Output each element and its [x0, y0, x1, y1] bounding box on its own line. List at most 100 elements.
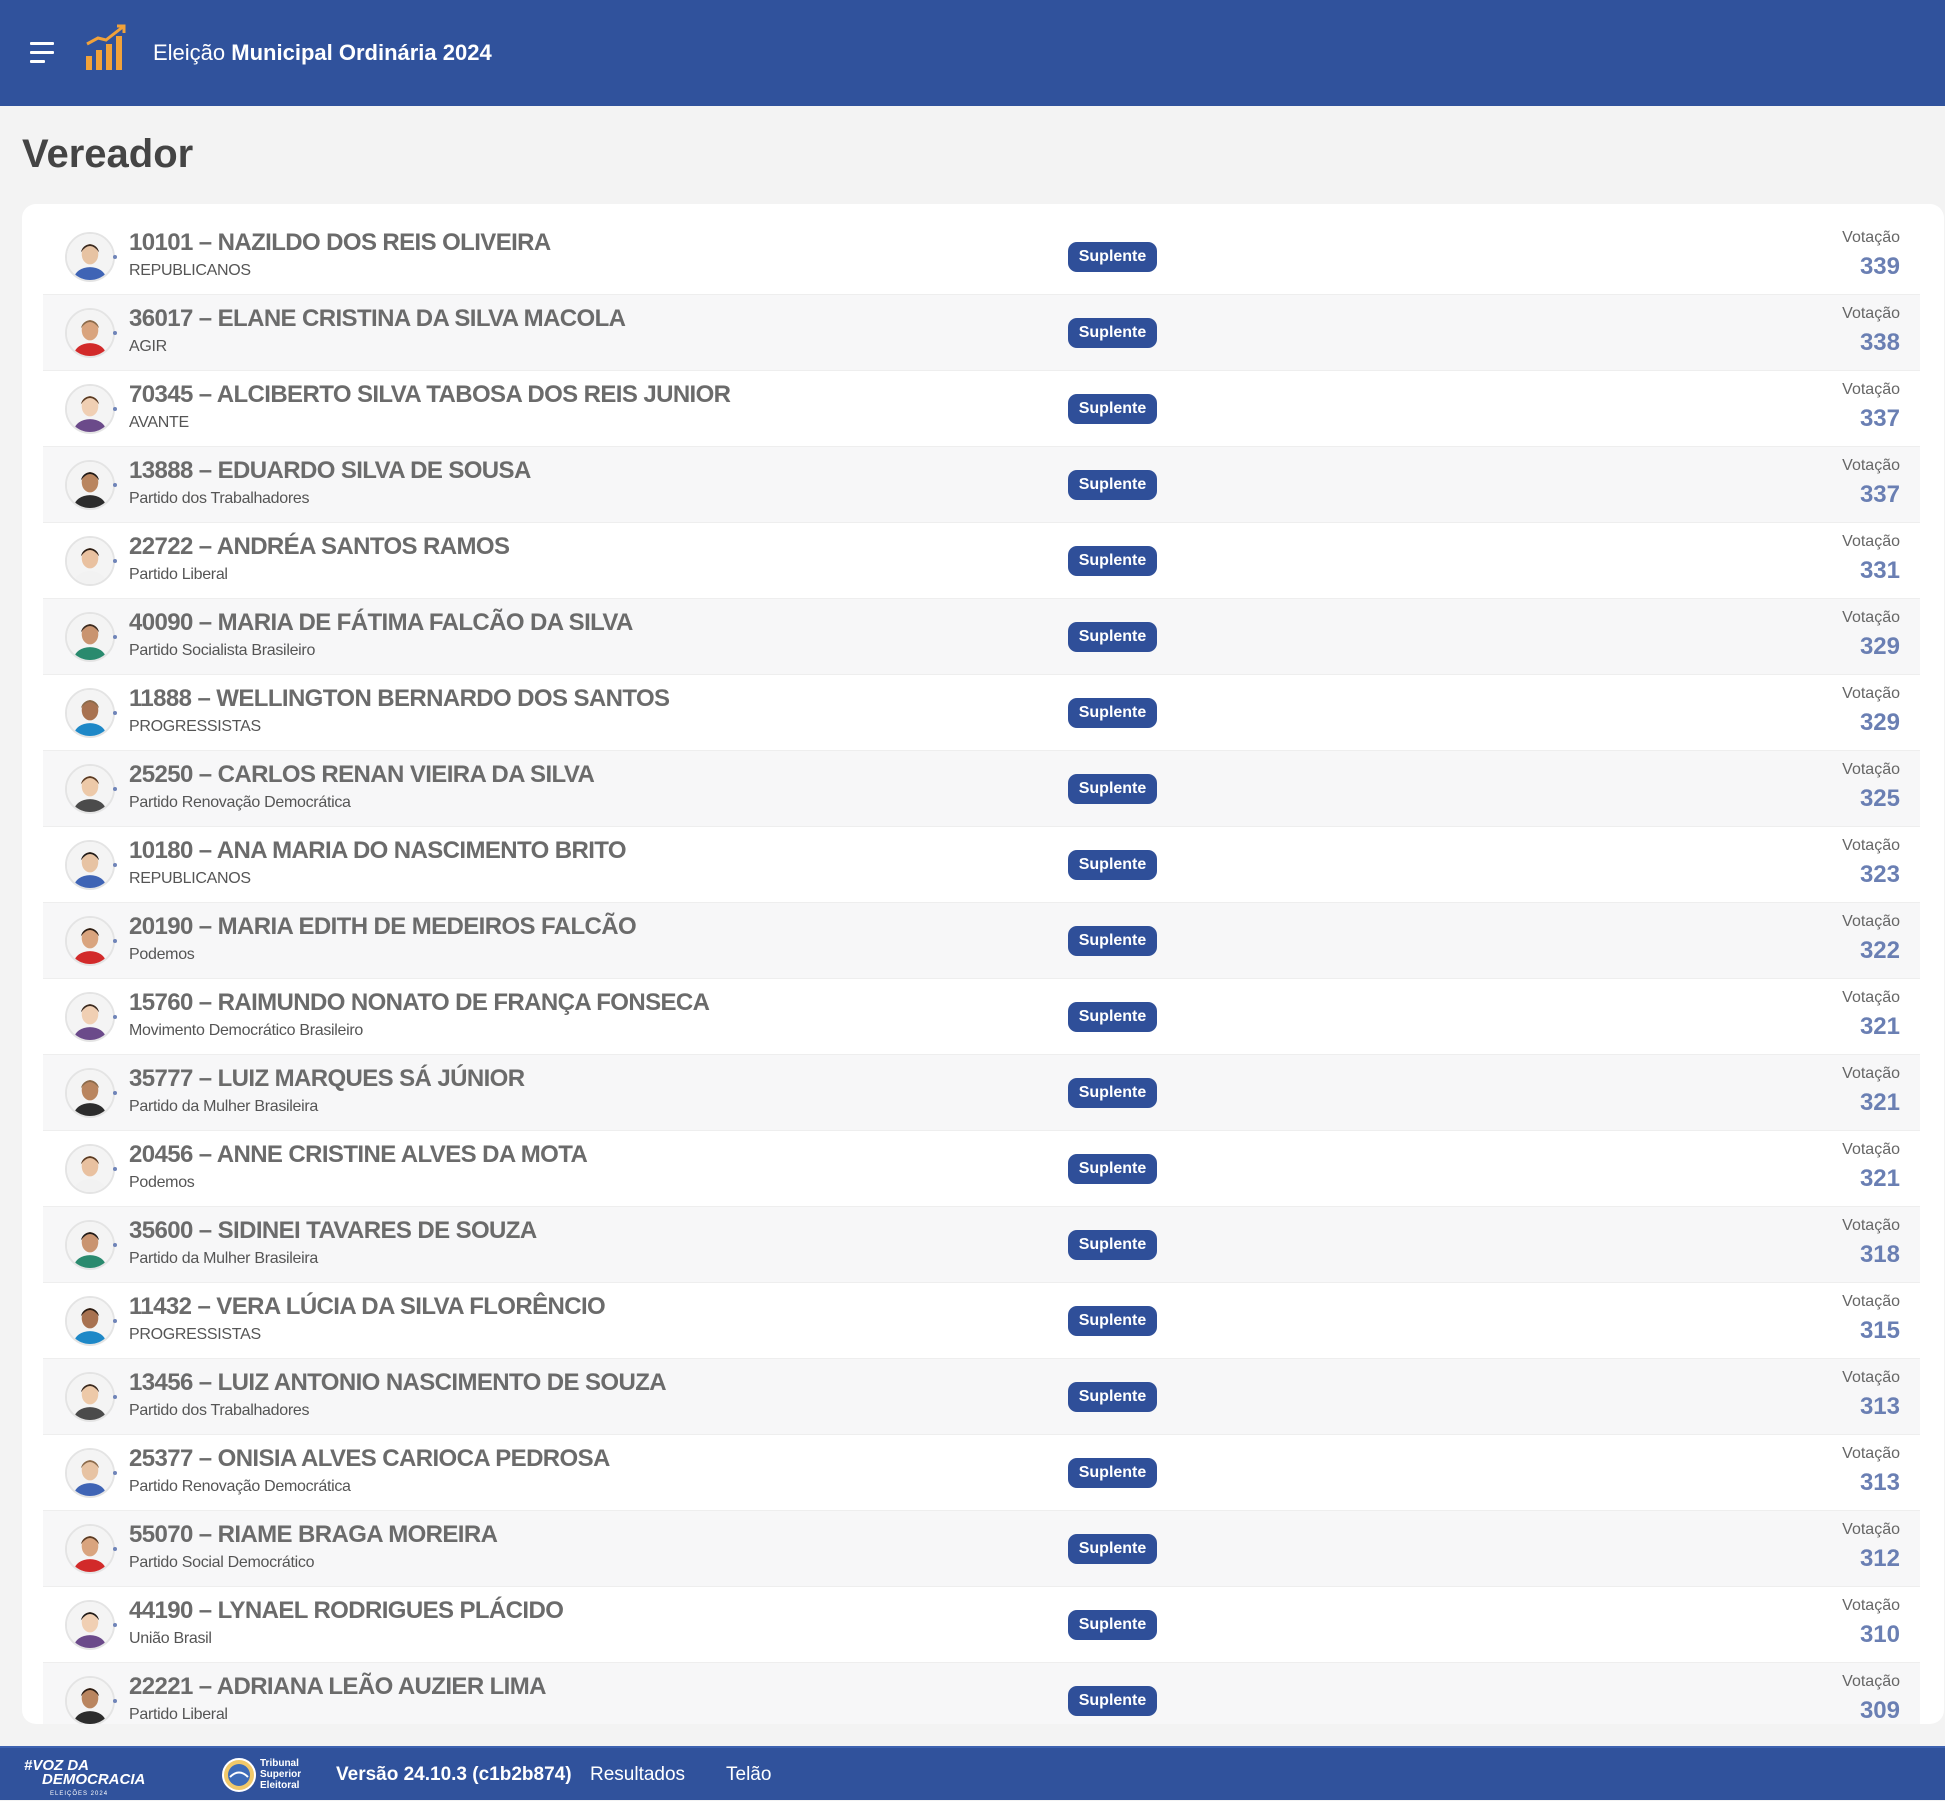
avatar-dot — [113, 939, 117, 943]
votes-label: Votação — [1842, 837, 1900, 854]
votes-value: 337 — [1859, 405, 1900, 432]
status-badge: Suplente — [1068, 470, 1157, 500]
avatar-dot — [113, 1547, 117, 1551]
candidate-row[interactable]: 22221 – ADRIANA LEÃO AUZIER LIMA Partido … — [43, 1663, 1920, 1724]
candidate-row[interactable]: 13456 – LUIZ ANTONIO NASCIMENTO DE SOUZA… — [43, 1359, 1920, 1435]
footer: #VOZ DA DEMOCRACIA ELEIÇÕES 2024 Tribuna… — [0, 1746, 1945, 1800]
candidate-row[interactable]: 22722 – ANDRÉA SANTOS RAMOS Partido Liber… — [43, 523, 1920, 599]
candidate-row[interactable]: 36017 – ELANE CRISTINA DA SILVA MACOLA AG… — [43, 295, 1920, 371]
votes-label: Votação — [1842, 685, 1900, 702]
status-badge: Suplente — [1068, 1154, 1157, 1184]
version-text: Versão 24.10.3 (c1b2b874) — [336, 1764, 572, 1785]
avatar-dot — [113, 559, 117, 563]
avatar-dot — [113, 787, 117, 791]
votes-value: 339 — [1859, 253, 1900, 280]
candidate-party: Partido Social Democrático — [129, 1554, 315, 1571]
link-telao[interactable]: Telão — [726, 1764, 771, 1786]
avatar-dot — [113, 1623, 117, 1627]
status-badge: Suplente — [1068, 318, 1157, 348]
votes-value: 310 — [1859, 1621, 1900, 1648]
avatar-dot — [113, 1015, 117, 1019]
status-badge: Suplente — [1068, 1230, 1157, 1260]
candidate-photo-avatar — [65, 1676, 115, 1724]
votes-label: Votação — [1842, 381, 1900, 398]
votes-label: Votação — [1842, 305, 1900, 322]
status-badge: Suplente — [1068, 1382, 1157, 1412]
candidate-row[interactable]: 35777 – LUIZ MARQUES SÁ JÚNIOR Partido da… — [43, 1055, 1920, 1131]
tse-line-2: Superior — [260, 1769, 302, 1780]
candidate-row[interactable]: 40090 – MARIA DE FÁTIMA FALCÃO DA SILVA P… — [43, 599, 1920, 675]
candidate-row[interactable]: 55070 – RIAME BRAGA MOREIRA Partido Socia… — [43, 1511, 1920, 1587]
votes-value: 309 — [1859, 1697, 1900, 1724]
status-badge: Suplente — [1068, 1534, 1157, 1564]
votes-label: Votação — [1842, 1217, 1900, 1234]
candidate-row[interactable]: 13888 – EDUARDO SILVA DE SOUSA Partido do… — [43, 447, 1920, 523]
candidate-party: REPUBLICANOS — [129, 870, 251, 887]
candidate-row[interactable]: 44190 – LYNAEL RODRIGUES PLÁCIDO União Br… — [43, 1587, 1920, 1663]
status-badge: Suplente — [1068, 1610, 1157, 1640]
votes-label: Votação — [1842, 1141, 1900, 1158]
votes-label: Votação — [1842, 1597, 1900, 1614]
votes-label: Votação — [1842, 1369, 1900, 1386]
avatar-dot — [113, 1395, 117, 1399]
votes-label: Votação — [1842, 457, 1900, 474]
votes-value: 313 — [1859, 1393, 1900, 1420]
votes-value: 331 — [1859, 557, 1900, 584]
candidate-row[interactable]: 25377 – ONISIA ALVES CARIOCA PEDROSA Part… — [43, 1435, 1920, 1511]
candidate-name: 22221 – ADRIANA LEÃO AUZIER LIMA — [129, 1673, 546, 1700]
avatar-dot — [113, 331, 117, 335]
candidate-photo-avatar — [65, 536, 115, 586]
candidate-row[interactable]: 20456 – ANNE CRISTINE ALVES DA MOTA Podem… — [43, 1131, 1920, 1207]
avatar-dot — [113, 635, 117, 639]
candidate-photo-avatar — [65, 1600, 115, 1650]
candidate-photo-avatar — [65, 1144, 115, 1194]
candidate-row[interactable]: 20190 – MARIA EDITH DE MEDEIROS FALCÃO Po… — [43, 903, 1920, 979]
votes-value: 329 — [1859, 709, 1900, 736]
votes-label: Votação — [1842, 609, 1900, 626]
avatar-dot — [113, 1243, 117, 1247]
candidate-name: 35777 – LUIZ MARQUES SÁ JÚNIOR — [129, 1065, 525, 1092]
votes-value: 321 — [1859, 1165, 1900, 1192]
candidate-photo-avatar — [65, 384, 115, 434]
candidate-row[interactable]: 10180 – ANA MARIA DO NASCIMENTO BRITO REP… — [43, 827, 1920, 903]
status-badge: Suplente — [1068, 622, 1157, 652]
status-badge: Suplente — [1068, 1002, 1157, 1032]
candidate-row[interactable]: 11432 – VERA LÚCIA DA SILVA FLORÊNCIO PRO… — [43, 1283, 1920, 1359]
candidate-party: Partido Renovação Democrática — [129, 794, 351, 811]
status-badge: Suplente — [1068, 1686, 1157, 1716]
hamburger-menu-icon[interactable] — [30, 42, 56, 64]
tse-text: Tribunal Superior Eleitoral — [260, 1758, 301, 1791]
link-resultados[interactable]: Resultados — [590, 1764, 685, 1786]
candidate-party: Podemos — [129, 1174, 195, 1191]
candidate-row[interactable]: 25250 – CARLOS RENAN VIEIRA DA SILVA Part… — [43, 751, 1920, 827]
candidate-party: REPUBLICANOS — [129, 262, 251, 279]
candidate-party: Movimento Democrático Brasileiro — [129, 1022, 364, 1039]
candidate-row[interactable]: 35600 – SIDINEI TAVARES DE SOUZA Partido … — [43, 1207, 1920, 1283]
votes-label: Votação — [1842, 1065, 1900, 1082]
candidate-row[interactable]: 11888 – WELLINGTON BERNARDO DOS SANTOS PR… — [43, 675, 1920, 751]
candidate-party: Partido Renovação Democrática — [129, 1478, 351, 1495]
candidate-party: Partido da Mulher Brasileira — [129, 1250, 319, 1267]
status-badge: Suplente — [1068, 1078, 1157, 1108]
avatar-dot — [113, 1167, 117, 1171]
votes-label: Votação — [1842, 229, 1900, 246]
candidate-row[interactable]: 70345 – ALCIBERTO SILVA TABOSA DOS REIS … — [43, 371, 1920, 447]
app-title: Eleição Municipal Ordinária 2024 — [153, 40, 492, 66]
avatar-dot — [113, 711, 117, 715]
candidate-photo-avatar — [65, 1448, 115, 1498]
candidate-name: 70345 – ALCIBERTO SILVA TABOSA DOS REIS … — [129, 381, 731, 408]
status-badge: Suplente — [1068, 926, 1157, 956]
status-badge: Suplente — [1068, 242, 1157, 272]
brand-line-3: ELEIÇÕES 2024 — [50, 1791, 109, 1797]
candidate-party: PROGRESSISTAS — [129, 1326, 261, 1343]
candidate-photo-avatar — [65, 992, 115, 1042]
candidate-row[interactable]: 15760 – RAIMUNDO NONATO DE FRANÇA FONSEC… — [43, 979, 1920, 1055]
candidate-party: PROGRESSISTAS — [129, 718, 261, 735]
candidate-party: AGIR — [129, 338, 167, 355]
avatar-dot — [113, 863, 117, 867]
avatar-dot — [113, 1699, 117, 1703]
status-badge: Suplente — [1068, 850, 1157, 880]
candidate-row[interactable]: 10101 – NAZILDO DOS REIS OLIVEIRA REPUBLI… — [43, 219, 1920, 295]
candidate-photo-avatar — [65, 1220, 115, 1270]
votes-value: 315 — [1859, 1317, 1900, 1344]
